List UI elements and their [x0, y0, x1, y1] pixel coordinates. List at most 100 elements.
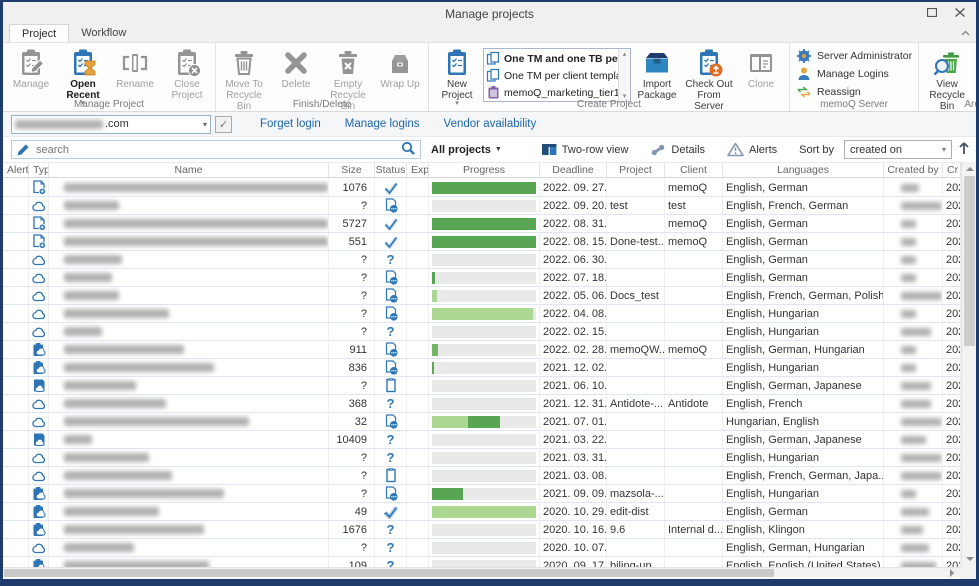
search-box[interactable]: [11, 140, 421, 159]
details-toggle[interactable]: Details: [650, 142, 705, 158]
scroll-down-arrow-icon[interactable]: [962, 553, 976, 566]
manage-logins-person-icon: [796, 66, 812, 82]
column-header-created-by[interactable]: Created by: [884, 163, 943, 177]
tab-workflow[interactable]: Workflow: [69, 24, 138, 42]
import-package-button[interactable]: Import Package: [631, 45, 683, 101]
delete-button: Delete: [270, 45, 322, 90]
qat-button-document-icon[interactable]: [115, 5, 132, 22]
table-row[interactable]: 10762022. 09. 27.memoQEnglish, German202: [3, 179, 961, 197]
languages-value: English, French: [726, 398, 802, 410]
alerts-toggle[interactable]: Alerts: [727, 142, 777, 157]
server-address-combo[interactable]: .com▾: [11, 115, 211, 134]
table-row[interactable]: 8362021. 12. 02.English, Hungarian202: [3, 359, 961, 377]
sort-dropdown[interactable]: created on▾: [844, 140, 952, 159]
vertical-scrollbar[interactable]: [961, 162, 976, 567]
table-row[interactable]: ??2022. 06. 30.English, German202: [3, 251, 961, 269]
table-row[interactable]: ?2021. 03. 08.English, French, German, J…: [3, 467, 961, 485]
qat-button-options-gears-icon[interactable]: [37, 5, 54, 22]
close-button[interactable]: [946, 2, 974, 23]
progress-bar: [432, 326, 536, 338]
template-list-scrollbar[interactable]: ▴▾: [618, 49, 630, 101]
table-row[interactable]: ??2021. 03. 31.English, Hungarian202: [3, 449, 961, 467]
qat-button-server-cloud-gear-icon[interactable]: [89, 5, 106, 22]
two-row-view-toggle[interactable]: Two-row view: [541, 142, 629, 157]
server-check-button[interactable]: ✓: [215, 116, 232, 133]
column-header-deadline[interactable]: Deadline: [540, 163, 607, 177]
redacted-created-by: [901, 220, 916, 228]
vendor-availability-link[interactable]: Vendor availability: [444, 118, 537, 130]
table-row[interactable]: ?2022. 05. 06.Docs_testEnglish, French, …: [3, 287, 961, 305]
project-template-list[interactable]: One TM and one TB per ...One TM per clie…: [483, 48, 631, 102]
manage-logins-menu-item[interactable]: Manage Logins: [796, 66, 912, 82]
table-row[interactable]: 368?2021. 12. 31.Antidote-...AntidoteEng…: [3, 395, 961, 413]
manage-logins-link[interactable]: Manage logins: [345, 118, 420, 130]
tab-project[interactable]: Project: [9, 24, 69, 42]
column-header-languages[interactable]: Languages: [723, 163, 884, 177]
qat-button-dictation-mic-icon[interactable]: [141, 5, 158, 22]
sort-direction-button[interactable]: [958, 141, 970, 158]
search-magnifier-icon[interactable]: [400, 140, 416, 159]
table-row[interactable]: 57272022. 08. 31.memoQEnglish, German202: [3, 215, 961, 233]
qat-button-help-icon[interactable]: [11, 5, 28, 22]
column-header-name[interactable]: Name: [49, 163, 329, 177]
column-header-progress[interactable]: Progress: [429, 163, 540, 177]
unknown-status-icon: ?: [387, 522, 395, 537]
table-row[interactable]: 1676?2020. 10. 16.9.6Internal d...Englis…: [3, 521, 961, 539]
horizontal-scrollbar[interactable]: [3, 567, 961, 577]
template-item[interactable]: One TM per client template: [486, 67, 618, 84]
redacted-created-by: [901, 202, 942, 210]
unknown-status-icon: ?: [387, 432, 395, 447]
redacted-created-by: [901, 544, 929, 552]
template-clip-icon: [486, 85, 501, 100]
qat-button-resource-console-icon[interactable]: [63, 5, 80, 22]
ribbon-collapse-icon[interactable]: [961, 27, 970, 39]
column-header-cr[interactable]: Cr: [943, 163, 961, 177]
size-value: ?: [361, 452, 367, 464]
deadline-value: 2021. 12. 31.: [543, 398, 607, 410]
forget-login-link[interactable]: Forget login: [260, 118, 321, 130]
reassign-menu-item[interactable]: Reassign: [796, 84, 912, 100]
horizontal-scroll-thumb[interactable]: [4, 569, 774, 577]
deadline-value: 2021. 12. 02.: [543, 362, 607, 374]
table-row[interactable]: 9112022. 02. 28.memoQW...memoQEnglish, G…: [3, 341, 961, 359]
progress-bar: [432, 560, 536, 568]
table-row[interactable]: 109?2020. 09. 17.biling-up...English, En…: [3, 557, 961, 567]
column-header-size[interactable]: Size: [329, 163, 375, 177]
table-row[interactable]: ?2022. 09. 20.testtestEnglish, French, G…: [3, 197, 961, 215]
scroll-right-arrow-icon[interactable]: [945, 568, 959, 578]
column-header-alert[interactable]: Alert: [3, 163, 29, 177]
checked-out-project-icon: [31, 558, 47, 567]
sort-dropdown-caret-icon: ▾: [942, 145, 946, 154]
table-row[interactable]: 322021. 07. 01.Hungarian, English202: [3, 413, 961, 431]
combo-dropdown-icon[interactable]: ▾: [203, 120, 207, 129]
open-recent-button[interactable]: Open Recent▾: [57, 45, 109, 106]
column-header-client[interactable]: Client: [665, 163, 723, 177]
table-row[interactable]: 10409?2021. 03. 22.English, German, Japa…: [3, 431, 961, 449]
new-project-button[interactable]: New Project▾: [431, 45, 483, 106]
progress-bar: [432, 272, 536, 284]
table-row[interactable]: ?2022. 07. 18.English, German202: [3, 269, 961, 287]
table-row[interactable]: 5512022. 08. 15.Done-test...memoQEnglish…: [3, 233, 961, 251]
maximize-button[interactable]: [918, 2, 946, 23]
table-row[interactable]: ?2022. 04. 08.English, Hungarian202: [3, 305, 961, 323]
table-row[interactable]: ??2020. 10. 07.English, German, Hungaria…: [3, 539, 961, 557]
column-header-export[interactable]: Export: [407, 163, 429, 177]
scroll-up-arrow-icon[interactable]: [962, 162, 976, 175]
recycle-magnifier-icon: [931, 47, 963, 79]
search-input[interactable]: [36, 144, 395, 156]
project-scope-dropdown[interactable]: All projects▼: [431, 144, 502, 156]
column-header-status[interactable]: Status: [375, 163, 407, 177]
table-row[interactable]: 492020. 10. 29.edit-distEnglish, German2…: [3, 503, 961, 521]
client-value: memoQ: [668, 236, 707, 248]
size-value: 368: [349, 398, 367, 410]
vertical-scroll-thumb[interactable]: [964, 176, 975, 346]
column-header-type[interactable]: Type: [29, 163, 49, 177]
table-row[interactable]: ??2022. 02. 15.English, Hungarian202: [3, 323, 961, 341]
server-administrator-menu-item[interactable]: Server Administrator: [796, 48, 912, 64]
template-item[interactable]: One TM and one TB per ...: [486, 50, 618, 67]
table-row[interactable]: ?2021. 09. 09.mazsola-...English, Hungar…: [3, 485, 961, 503]
column-header-project[interactable]: Project: [607, 163, 665, 177]
table-row[interactable]: ?2021. 06. 10.English, German, Japanese2…: [3, 377, 961, 395]
redacted-project-name: [64, 273, 112, 282]
trash-x-icon: [332, 47, 364, 79]
